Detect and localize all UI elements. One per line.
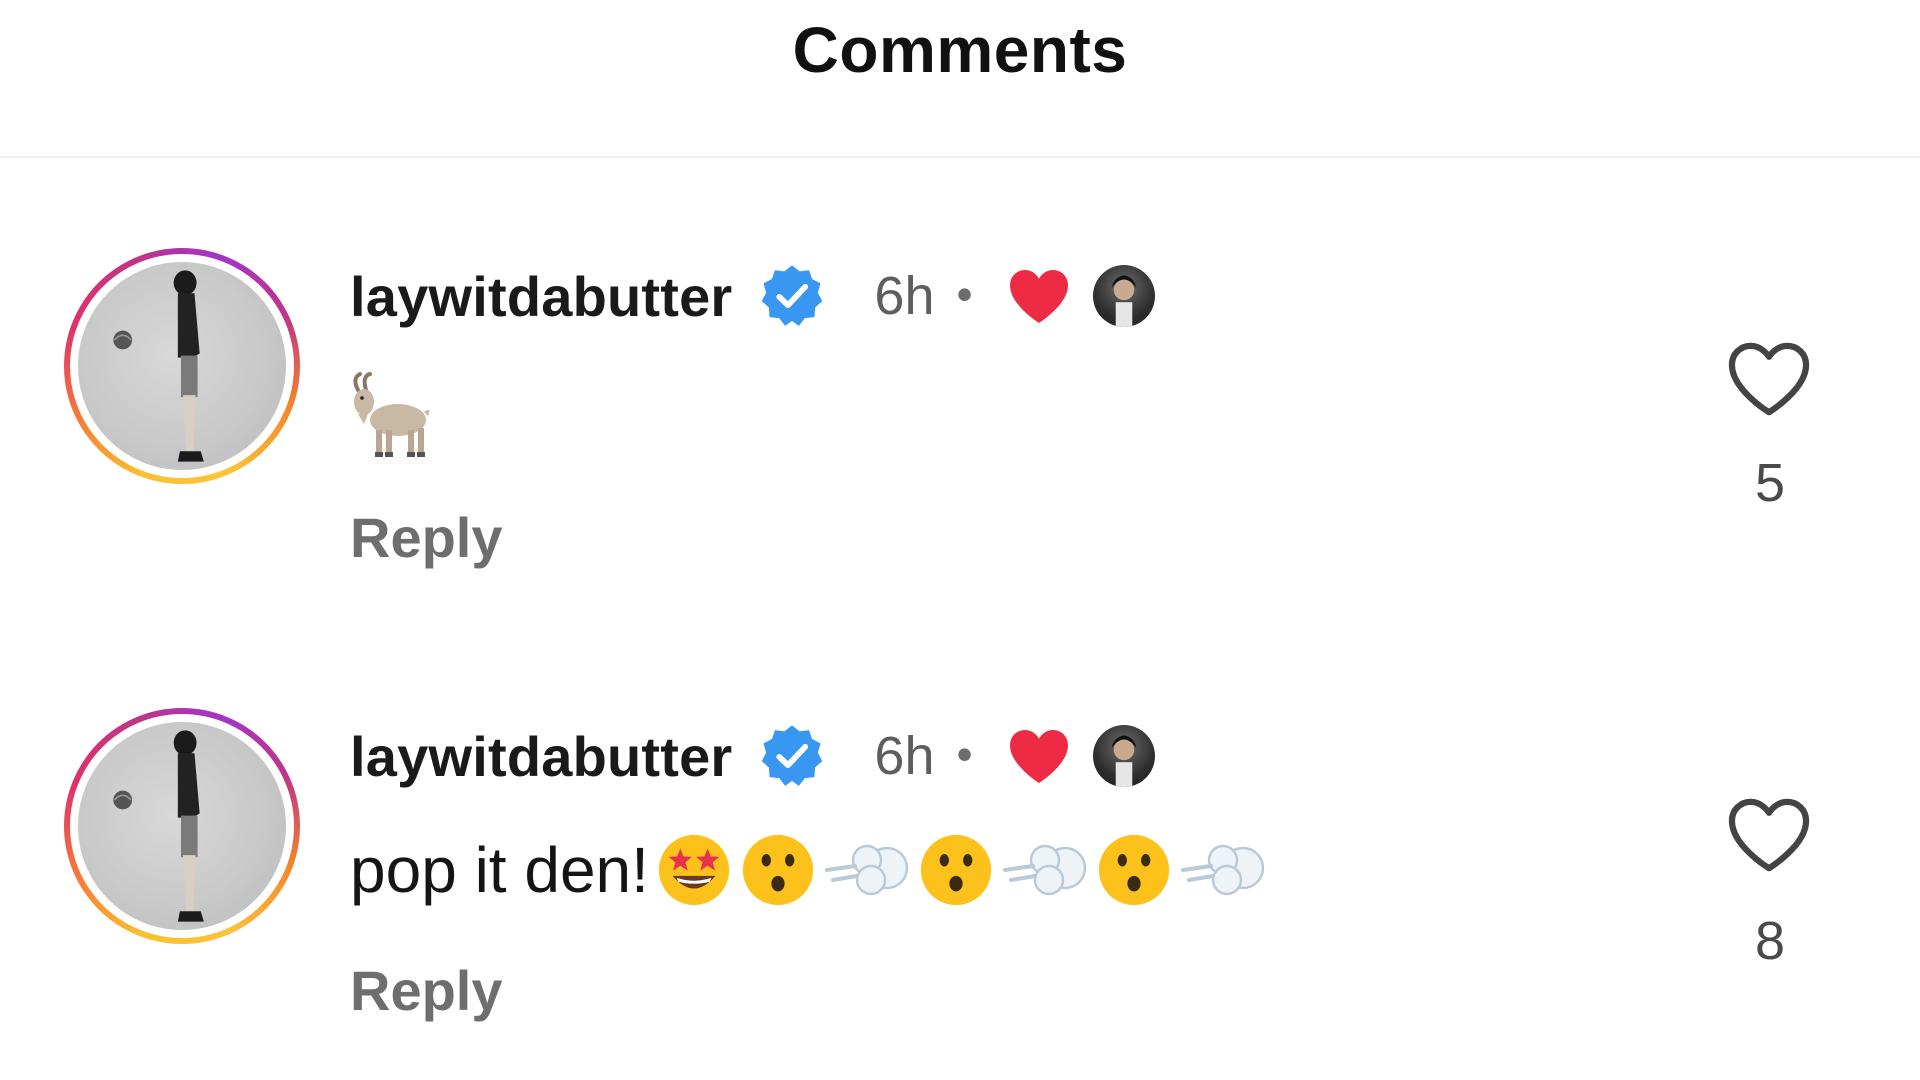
avatar-photo: [78, 722, 286, 930]
timestamp: 6h: [874, 726, 935, 786]
reply-button[interactable]: Reply: [350, 505, 503, 570]
comments-header: Comments: [0, 0, 1920, 158]
author-photo-icon: [1111, 735, 1137, 787]
author-avatar: [1092, 725, 1155, 787]
goat-emoji-icon: [353, 372, 430, 457]
comment-item: laywitdabutter 6h • Reply 5: [0, 240, 1920, 660]
page-title: Comments: [792, 14, 1128, 86]
like-count: 8: [1754, 911, 1786, 971]
dashing-away-emoji-icon: [824, 844, 909, 896]
avatar-photo: [78, 262, 286, 470]
person-silhouette-icon: [113, 270, 204, 462]
author-liked-heart-icon: [1009, 730, 1068, 783]
dashing-away-emoji-icon: [1002, 844, 1087, 896]
avatar[interactable]: [64, 708, 300, 944]
person-silhouette-icon: [113, 730, 204, 922]
avatar[interactable]: [64, 248, 300, 484]
verified-badge-icon: [762, 265, 823, 326]
comment-item: laywitdabutter 6h • pop it den! Reply 8: [0, 700, 1920, 1080]
like-count: 5: [1754, 453, 1786, 513]
author-avatar: [1092, 265, 1155, 327]
reply-button[interactable]: Reply: [350, 958, 503, 1023]
comments-screen: Comments laywitdabutter 6h • Reply 5 lay…: [0, 0, 1920, 1080]
comment-meta: laywitdabutter 6h •: [350, 720, 1155, 792]
like-heart-outline-icon[interactable]: [1726, 796, 1812, 874]
username[interactable]: laywitdabutter: [350, 724, 732, 789]
username[interactable]: laywitdabutter: [350, 264, 732, 329]
separator-dot: •: [956, 268, 973, 320]
star-struck-emoji-icon: [658, 834, 730, 906]
author-liked-heart-icon: [1009, 270, 1068, 323]
comment-meta: laywitdabutter 6h •: [350, 260, 1155, 332]
comment-text: pop it den!: [350, 834, 649, 906]
separator-dot: •: [956, 728, 973, 780]
hushed-face-emoji-icon: [920, 834, 992, 906]
author-photo-icon: [1111, 275, 1137, 327]
hushed-face-emoji-icon: [742, 834, 814, 906]
emoji-sequence: [655, 831, 1273, 909]
verified-badge-icon: [762, 725, 823, 786]
timestamp: 6h: [874, 266, 935, 326]
hushed-face-emoji-icon: [1098, 834, 1170, 906]
like-heart-outline-icon[interactable]: [1726, 340, 1812, 418]
comment-body: pop it den!: [350, 830, 1273, 910]
dashing-away-emoji-icon: [1180, 844, 1265, 896]
